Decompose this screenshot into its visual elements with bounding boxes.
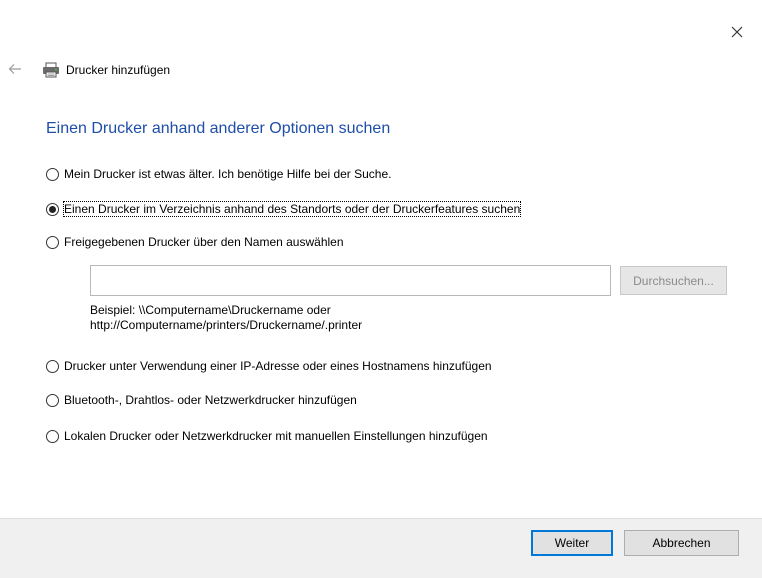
printer-icon bbox=[43, 62, 59, 78]
option-shared-printer-by-name[interactable]: Freigegebenen Drucker über den Namen aus… bbox=[46, 233, 344, 251]
option-label: Mein Drucker ist etwas älter. Ich benöti… bbox=[64, 167, 392, 181]
option-ip-address[interactable]: Drucker unter Verwendung einer IP-Adress… bbox=[46, 357, 492, 375]
browse-button[interactable]: Durchsuchen... bbox=[620, 266, 727, 295]
radio-button-selected[interactable] bbox=[46, 202, 59, 216]
option-label: Drucker unter Verwendung einer IP-Adress… bbox=[64, 359, 492, 373]
option-older-printer[interactable]: Mein Drucker ist etwas älter. Ich benöti… bbox=[46, 165, 392, 183]
option-directory-search[interactable]: Einen Drucker im Verzeichnis anhand des … bbox=[46, 200, 522, 218]
printer-name-input[interactable] bbox=[90, 265, 611, 296]
window-title-bar: Drucker hinzufügen bbox=[42, 59, 170, 81]
radio-button[interactable] bbox=[46, 429, 59, 443]
window-title: Drucker hinzufügen bbox=[66, 63, 171, 77]
option-local-manual[interactable]: Lokalen Drucker oder Netzwerkdrucker mit… bbox=[46, 427, 488, 445]
option-label: Freigegebenen Drucker über den Namen aus… bbox=[64, 235, 344, 249]
option-label: Bluetooth-, Drahtlos- oder Netzwerkdruck… bbox=[64, 393, 357, 407]
option-label: Lokalen Drucker oder Netzwerkdrucker mit… bbox=[64, 429, 488, 443]
example-text: Beispiel: \\Computername\Druckername ode… bbox=[90, 303, 362, 333]
close-icon bbox=[731, 26, 743, 38]
next-button[interactable]: Weiter bbox=[531, 530, 613, 556]
radio-button[interactable] bbox=[46, 235, 59, 249]
cancel-button[interactable]: Abbrechen bbox=[624, 530, 739, 556]
radio-button[interactable] bbox=[46, 359, 59, 373]
option-bluetooth-wireless[interactable]: Bluetooth-, Drahtlos- oder Netzwerkdruck… bbox=[46, 391, 357, 409]
radio-button[interactable] bbox=[46, 167, 59, 181]
option-label: Einen Drucker im Verzeichnis anhand des … bbox=[62, 201, 522, 217]
example-line-2: http://Computername/printers/Druckername… bbox=[90, 318, 363, 332]
close-button[interactable] bbox=[722, 18, 752, 46]
radio-button[interactable] bbox=[46, 393, 59, 407]
back-arrow-icon bbox=[8, 64, 21, 74]
back-button[interactable] bbox=[4, 58, 26, 80]
example-line-1: Beispiel: \\Computername\Druckername ode… bbox=[90, 303, 331, 317]
page-heading: Einen Drucker anhand anderer Optionen su… bbox=[46, 120, 391, 137]
